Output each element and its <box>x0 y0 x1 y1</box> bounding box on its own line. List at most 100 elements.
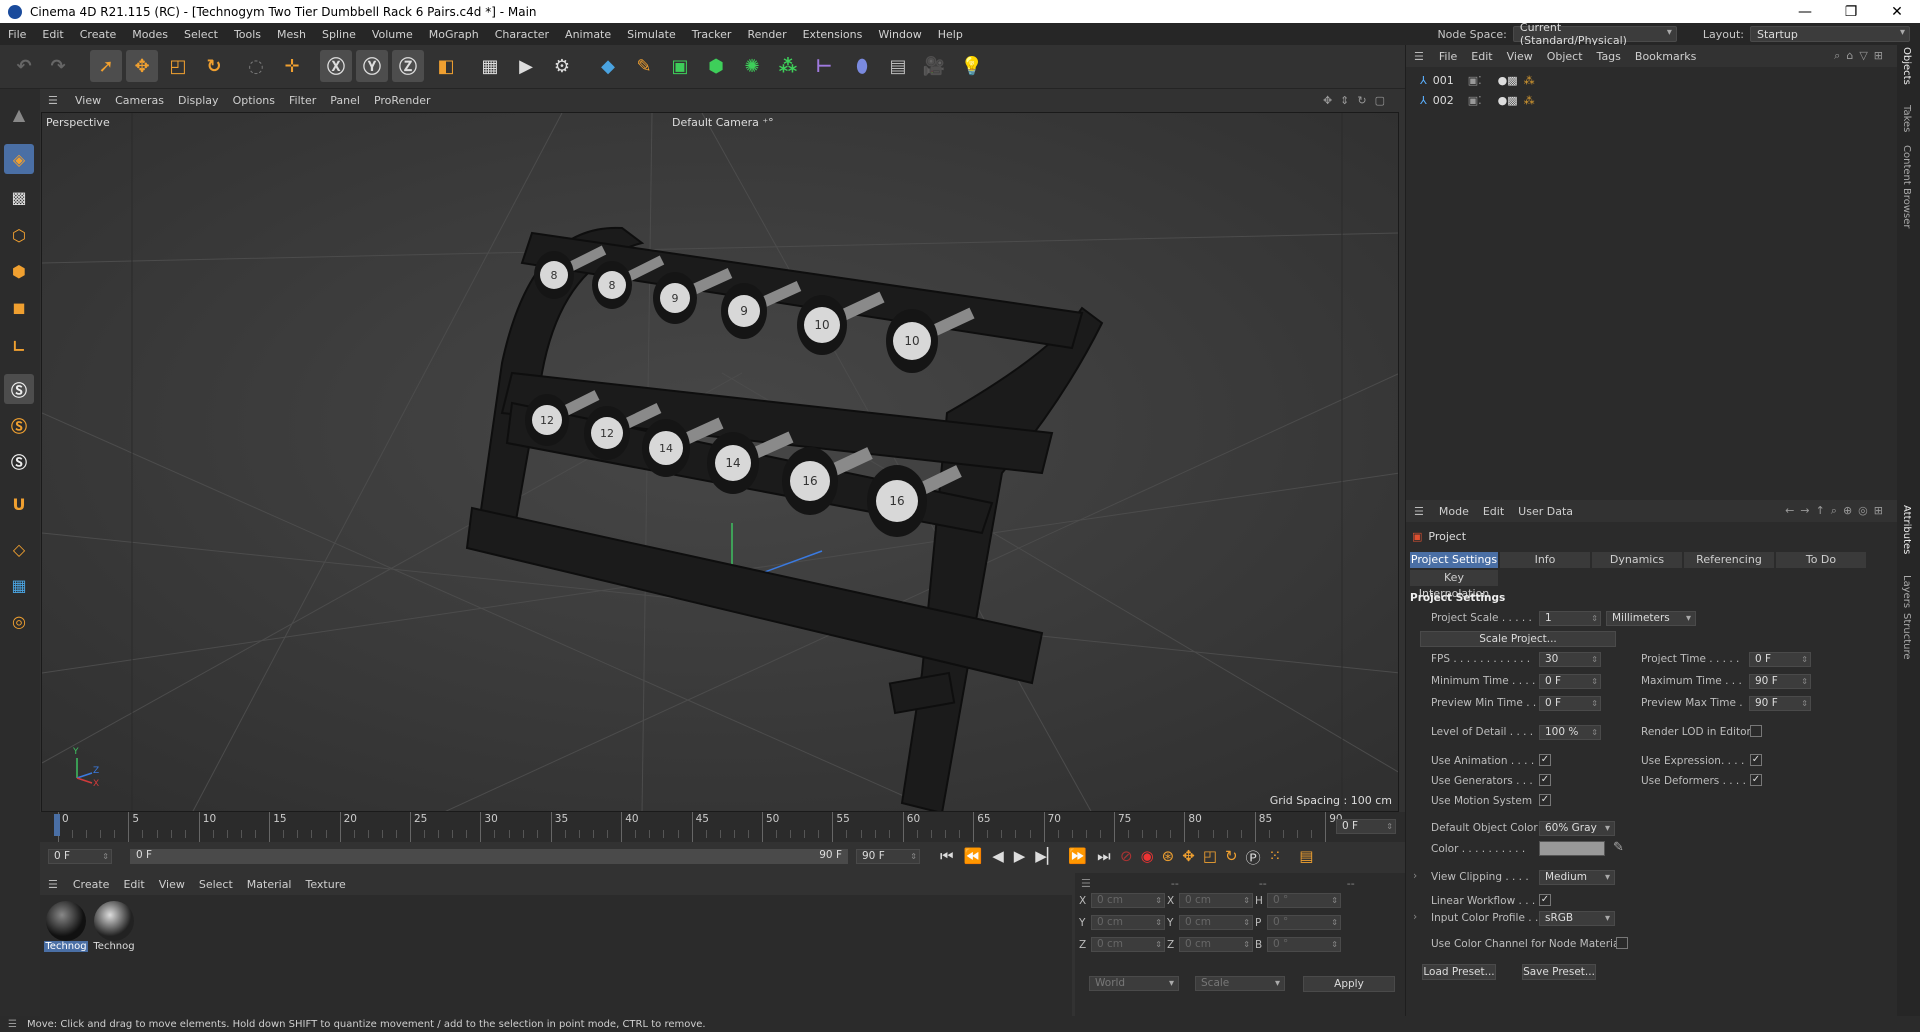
viewport-menu-display[interactable]: Display <box>171 94 226 107</box>
use-generators-checkbox[interactable]: ✓ <box>1539 774 1551 786</box>
min-time-field[interactable]: 0 F <box>1539 674 1601 689</box>
start-frame-field[interactable]: 0 F <box>48 849 112 864</box>
mograph-icon[interactable]: ⁂ <box>772 50 804 82</box>
cube-object-icon[interactable]: ◆ <box>592 50 624 82</box>
minimize-button[interactable]: — <box>1782 0 1828 23</box>
color-swatch[interactable] <box>1539 841 1605 856</box>
material-menu-select[interactable]: Select <box>192 878 240 891</box>
render-lod-checkbox[interactable] <box>1750 725 1762 737</box>
menu-help[interactable]: Help <box>930 28 971 41</box>
quantize-icon[interactable]: Ⓢ <box>4 446 34 476</box>
menu-character[interactable]: Character <box>487 28 557 41</box>
use-motion-checkbox[interactable]: ✓ <box>1539 794 1551 806</box>
scale-tool-icon[interactable]: ◰ <box>162 50 194 82</box>
attr-menu-edit[interactable]: Edit <box>1476 505 1511 518</box>
key-pla-icon[interactable]: ⁙ <box>1269 847 1282 868</box>
side-tab-takes[interactable]: Takes <box>1901 105 1912 132</box>
menu-select[interactable]: Select <box>176 28 226 41</box>
object-menu-tags[interactable]: Tags <box>1590 50 1628 63</box>
apply-button[interactable]: Apply <box>1303 976 1395 992</box>
coord-mode-dropdown[interactable]: Scale <box>1195 976 1285 991</box>
side-tab-attributes[interactable]: Attributes <box>1901 505 1912 554</box>
material-tag-icon[interactable]: ●▩ <box>1498 74 1518 87</box>
view-clipping-dropdown[interactable]: Medium <box>1539 870 1615 885</box>
rotate-tool-icon[interactable]: ↻ <box>198 50 230 82</box>
menu-tracker[interactable]: Tracker <box>684 28 740 41</box>
object-row[interactable]: ⅄ 002 ▣⁚ ●▩ ⁂ <box>1420 91 1535 109</box>
coordinate-system-icon[interactable]: ◧ <box>430 50 462 82</box>
next-key-icon[interactable]: ⏩ <box>1068 847 1087 865</box>
goto-end-icon[interactable]: ⏭ <box>1097 847 1111 865</box>
input-profile-dropdown[interactable]: sRGB <box>1539 911 1615 926</box>
key-position-icon[interactable]: ⊛ <box>1162 847 1175 868</box>
side-tab-layers[interactable]: Layers <box>1901 575 1912 608</box>
side-tab-structure[interactable]: Structure <box>1901 613 1912 660</box>
menu-spline[interactable]: Spline <box>314 28 364 41</box>
viewport-menu-prorender[interactable]: ProRender <box>367 94 438 107</box>
maximize-button[interactable]: ❐ <box>1828 0 1874 23</box>
timeline-window-icon[interactable]: ▤ <box>1299 847 1313 868</box>
world-axis-icon[interactable]: ✛ <box>276 50 308 82</box>
project-time-field[interactable]: 0 F <box>1749 652 1811 667</box>
record-active-icon[interactable]: ⊘ <box>1120 847 1133 868</box>
viewport-menu-filter[interactable]: Filter <box>282 94 323 107</box>
status-menu-icon[interactable]: ☰ <box>8 1019 17 1030</box>
coord-value-field[interactable]: 0 cm <box>1091 915 1165 930</box>
material-swatch[interactable]: Technog <box>44 901 88 952</box>
preview-min-field[interactable]: 0 F <box>1539 696 1601 711</box>
viewport-menu-cameras[interactable]: Cameras <box>108 94 171 107</box>
object-search-icons[interactable]: ⌕⌂▽⊞ <box>1834 49 1889 63</box>
edges-mode-icon[interactable]: ⬢ <box>4 256 34 286</box>
texture-mode-icon[interactable]: ▩ <box>4 182 34 212</box>
load-preset-button[interactable]: Load Preset... <box>1422 964 1496 980</box>
lock-workplane-icon[interactable]: ◎ <box>4 606 34 636</box>
cloner-icon[interactable]: ✺ <box>736 50 768 82</box>
fps-field[interactable]: 30 <box>1539 652 1601 667</box>
preview-max-field[interactable]: 90 F <box>1749 696 1811 711</box>
end-frame-field[interactable]: 90 F <box>856 849 920 864</box>
coord-value-field[interactable]: 0 cm <box>1179 937 1253 952</box>
menu-window[interactable]: Window <box>870 28 929 41</box>
coords-menu-icon[interactable]: ☰ <box>1081 877 1091 890</box>
workplane-icon[interactable]: ◇ <box>4 534 34 564</box>
current-frame-field[interactable]: 0 F <box>1336 819 1396 834</box>
material-menu-texture[interactable]: Texture <box>298 878 352 891</box>
default-color-dropdown[interactable]: 60% Gray <box>1539 821 1615 836</box>
live-selection-icon[interactable]: ➚ <box>90 50 122 82</box>
points-mode-icon[interactable]: ⬡ <box>4 220 34 250</box>
coord-value-field[interactable]: 0 ° <box>1267 937 1341 952</box>
use-expression-checkbox[interactable]: ✓ <box>1750 754 1762 766</box>
camera-object-icon[interactable]: 🎥 <box>918 50 950 82</box>
timeline-ruler[interactable]: 051015202530354045505560657075808590 0 F <box>40 812 1405 842</box>
magnet-icon[interactable]: U <box>4 489 34 519</box>
render-picture-viewer-icon[interactable]: ▶ <box>510 50 542 82</box>
project-scale-unit[interactable]: Millimeters <box>1606 611 1696 626</box>
render-view-icon[interactable]: ▦ <box>474 50 506 82</box>
y-axis-lock-icon[interactable]: Ⓨ <box>356 50 388 82</box>
attr-nav-icons[interactable]: ←→↑⌕⊕◎⊞ <box>1785 504 1889 518</box>
menu-volume[interactable]: Volume <box>364 28 421 41</box>
coord-value-field[interactable]: 0 cm <box>1179 893 1253 908</box>
workplane-snap-icon[interactable]: Ⓢ <box>4 410 34 440</box>
redo-icon[interactable]: ↷ <box>42 50 74 82</box>
layout-dropdown[interactable]: Startup <box>1750 26 1910 42</box>
menu-create[interactable]: Create <box>72 28 125 41</box>
menu-edit[interactable]: Edit <box>34 28 71 41</box>
coord-system-dropdown[interactable]: World <box>1089 976 1179 991</box>
use-color-channel-checkbox[interactable] <box>1616 937 1628 949</box>
menu-mograph[interactable]: MoGraph <box>421 28 487 41</box>
x-axis-lock-icon[interactable]: Ⓧ <box>320 50 352 82</box>
coord-value-field[interactable]: 0 cm <box>1091 893 1165 908</box>
tab-project-settings[interactable]: Project Settings <box>1410 552 1498 568</box>
coord-value-field[interactable]: 0 ° <box>1267 915 1341 930</box>
material-tag-icon[interactable]: ●▩ <box>1498 94 1518 107</box>
menu-file[interactable]: File <box>0 28 34 41</box>
attr-menu-icon[interactable]: ☰ <box>1414 505 1424 518</box>
camera-label[interactable]: Default Camera ⁺° <box>672 116 774 129</box>
goto-start-icon[interactable]: ⏮ <box>940 847 954 865</box>
play-icon[interactable]: ▶ <box>1014 847 1026 865</box>
undo-icon[interactable]: ↶ <box>8 50 40 82</box>
subdivision-icon[interactable]: ▣ <box>664 50 696 82</box>
viewport-menu-icon[interactable]: ☰ <box>48 94 60 107</box>
preview-range-slider[interactable]: 0 F 90 F <box>130 849 848 864</box>
